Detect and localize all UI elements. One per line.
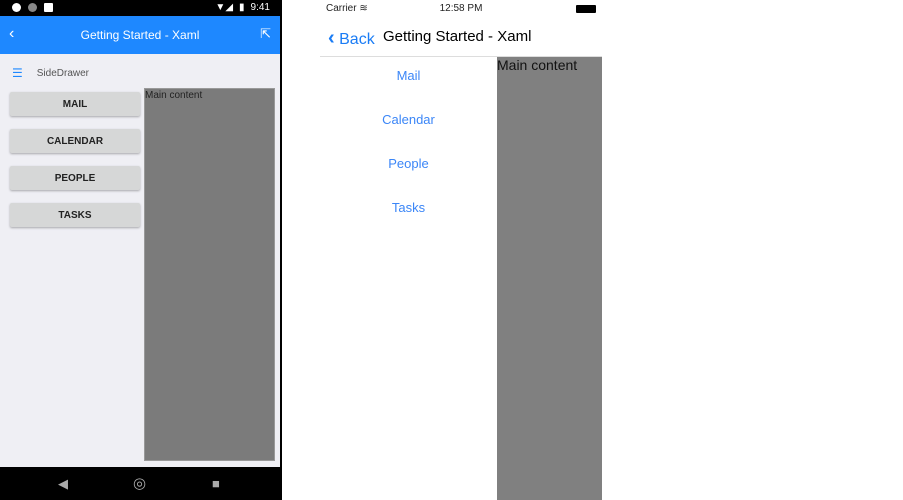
drawer-item-tasks[interactable]: Tasks xyxy=(320,200,497,215)
shield-icon xyxy=(12,3,21,12)
nav-back-icon[interactable]: ◀ xyxy=(58,476,68,492)
status-time: 9:41 xyxy=(250,2,270,13)
open-external-icon[interactable]: ⇱ xyxy=(260,26,271,42)
ios-screen: Carrier ≋ 12:58 PM ‹ Back Getting Starte… xyxy=(320,0,602,500)
drawer-title: SideDrawer xyxy=(36,67,90,79)
chevron-left-icon: ‹ xyxy=(328,27,335,49)
drawer-item-people[interactable]: People xyxy=(320,156,497,171)
drawer-header: ☰ SideDrawer xyxy=(12,66,89,80)
app-bar: ‹ Getting Started - Xaml ⇱ xyxy=(0,16,280,54)
page-title: Getting Started - Xaml xyxy=(80,28,200,42)
drawer-item-calendar[interactable]: Calendar xyxy=(320,112,497,127)
android-status-bar: ▼◢ ▮ 9:41 xyxy=(0,0,280,16)
tasks-button[interactable]: TASKS xyxy=(10,203,140,227)
back-button[interactable]: ‹ Back xyxy=(328,27,375,50)
android-nav-bar: ◀ ◎ ■ xyxy=(0,467,280,500)
android-screen: ▼◢ ▮ 9:41 ‹ Getting Started - Xaml ⇱ ☰ Sid… xyxy=(0,0,282,500)
nav-home-icon[interactable]: ◎ xyxy=(133,474,146,492)
page-title: Getting Started - Xaml xyxy=(383,28,532,45)
battery-icon xyxy=(576,5,596,13)
mail-button[interactable]: MAIL xyxy=(10,92,140,116)
circle-icon xyxy=(28,3,37,12)
calendar-button[interactable]: CALENDAR xyxy=(10,129,140,153)
ios-nav-bar: ‹ Back Getting Started - Xaml xyxy=(320,18,602,57)
main-content: Main content xyxy=(144,88,275,461)
battery-icon: ▮ xyxy=(239,2,245,13)
main-content: Main content xyxy=(497,57,602,500)
people-button[interactable]: PEOPLE xyxy=(10,166,140,190)
nav-recents-icon[interactable]: ■ xyxy=(212,476,220,491)
drawer-item-mail[interactable]: Mail xyxy=(320,68,497,83)
hamburger-icon[interactable]: ☰ xyxy=(12,66,23,80)
status-time: 12:58 PM xyxy=(439,3,483,14)
ios-status-bar: Carrier ≋ 12:58 PM xyxy=(320,0,602,18)
sd-card-icon xyxy=(44,3,53,12)
wifi-icon: ▼◢ xyxy=(215,2,234,13)
